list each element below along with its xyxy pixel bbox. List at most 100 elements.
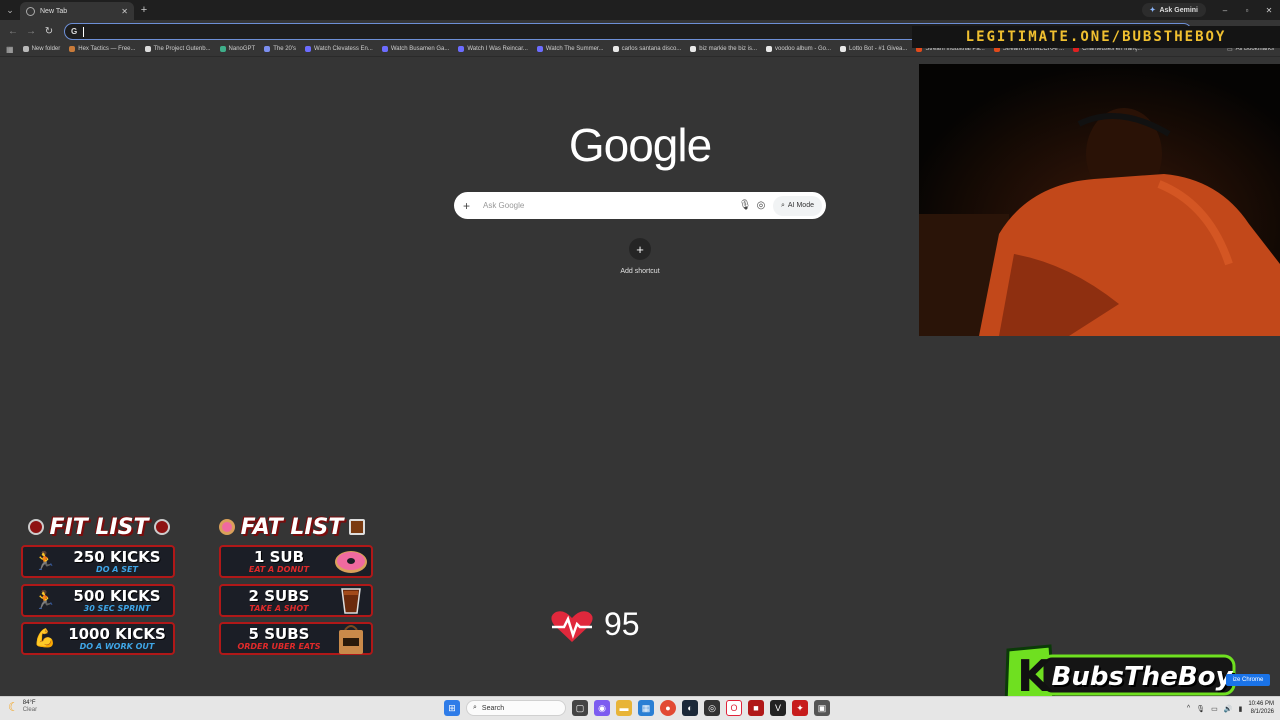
- taskbar-apps: ⊞ ⌕ Search ▢ ◉ ▬ ▦ ● ◐ ◎ O ■ V ✦ ▣: [444, 700, 830, 716]
- bookmark-item[interactable]: carlos santana disco...: [612, 46, 682, 52]
- app-icon[interactable]: ▣: [814, 700, 830, 716]
- bookmark-item[interactable]: Lotto Bot - #1 Givea...: [840, 46, 907, 52]
- file-explorer-icon[interactable]: ▬: [616, 700, 632, 716]
- add-shortcut-button[interactable]: + Add shortcut: [610, 238, 670, 275]
- volume-icon[interactable]: 🔊: [1224, 705, 1233, 713]
- search-input[interactable]: [483, 201, 723, 210]
- fit-list-item: 🏃 250 KICKS DO A SET: [21, 545, 175, 578]
- bookmark-favicon-icon: [458, 46, 465, 52]
- copilot-icon[interactable]: ◉: [594, 700, 610, 716]
- ask-gemini-button[interactable]: ✦ Ask Gemini: [1141, 3, 1206, 17]
- shot-glass-icon: [331, 587, 371, 615]
- bookmark-item[interactable]: voodoo album - Go...: [765, 46, 831, 52]
- bookmark-item[interactable]: The Project Gutenb...: [144, 46, 211, 52]
- bookmark-favicon-icon: [305, 46, 312, 52]
- windows-taskbar: ☾ 84°F Clear ⊞ ⌕ Search ▢ ◉ ▬ ▦ ● ◐ ◎ O …: [0, 696, 1280, 720]
- system-tray: ^ 🎙 ▭ 🔊 ▮ 10:46 PM 8/1/2026: [1187, 701, 1274, 716]
- bookmark-item[interactable]: Watch The Summer...: [536, 46, 604, 52]
- taskbar-search-label: Search: [481, 704, 505, 712]
- dumbbell-icon: [27, 519, 44, 535]
- fat-item-sub: ORDER UBER EATS: [237, 641, 321, 651]
- webcam-feed: [919, 64, 1280, 336]
- add-attachment-icon[interactable]: +: [463, 199, 475, 213]
- fit-item-sub: DO A WORK OUT: [79, 641, 155, 651]
- vr-icon[interactable]: V: [770, 700, 786, 716]
- back-icon[interactable]: ←: [4, 26, 22, 37]
- bookmark-item[interactable]: New folder: [22, 46, 60, 52]
- bookmark-item[interactable]: NanoGPT: [219, 46, 256, 52]
- taskbar-search[interactable]: ⌕ Search: [466, 700, 566, 716]
- ai-mode-label: AI Mode: [787, 202, 814, 209]
- bookmark-item[interactable]: Hex Tactics — Free...: [69, 46, 136, 52]
- bookmark-label: Hex Tactics — Free...: [78, 46, 136, 52]
- bookmark-favicon-icon: [69, 46, 76, 52]
- microphone-icon[interactable]: 🎙: [1196, 705, 1205, 713]
- bookmark-favicon-icon: [381, 46, 388, 52]
- network-icon[interactable]: ▭: [1211, 705, 1218, 713]
- gemini-sparkle-icon: ✦: [1149, 7, 1156, 14]
- minimize-window-button[interactable]: –: [1214, 6, 1236, 15]
- task-view-icon[interactable]: ▢: [572, 700, 588, 716]
- bookmark-favicon-icon: [264, 46, 271, 52]
- add-shortcut-label: Add shortcut: [620, 268, 660, 275]
- fat-list-item: 5 SUBS ORDER UBER EATS: [219, 622, 373, 655]
- close-tab-icon[interactable]: ✕: [121, 7, 128, 16]
- bookmark-favicon-icon: [22, 46, 29, 52]
- bookmark-favicon-icon: [690, 46, 697, 52]
- uber-eats-bag-icon: [331, 624, 371, 654]
- bookmark-favicon-icon: [144, 46, 151, 52]
- reload-icon[interactable]: ↻: [40, 26, 58, 37]
- donut-icon: [331, 548, 371, 576]
- apps-grid-icon[interactable]: ▦: [6, 45, 14, 54]
- windows-start-icon[interactable]: ⊞: [444, 700, 460, 716]
- bookmark-favicon-icon: [536, 46, 543, 52]
- bookmark-label: Lotto Bot - #1 Givea...: [849, 46, 908, 52]
- steam-icon[interactable]: ◐: [682, 700, 698, 716]
- tab-search-icon[interactable]: ⌄: [0, 0, 20, 20]
- new-tab-button[interactable]: +: [134, 4, 154, 16]
- google-g-icon: G: [71, 26, 78, 36]
- fit-item-sub: 30 SEC SPRINT: [83, 603, 151, 613]
- text-caret: [83, 26, 84, 37]
- bookmark-item[interactable]: Watch I Was Reincar...: [458, 46, 528, 52]
- minimize-chrome-chip[interactable]: ize Chrome: [1226, 674, 1270, 686]
- clock[interactable]: 10:46 PM 8/1/2026: [1248, 701, 1274, 716]
- bookmark-label: NanoGPT: [228, 46, 256, 52]
- bookmark-label: Watch Clevatess En...: [314, 46, 373, 52]
- kick-icon: 🏃: [33, 551, 57, 571]
- donut-icon: [218, 519, 235, 535]
- tab-new-tab[interactable]: New Tab ✕: [20, 2, 134, 20]
- microphone-icon[interactable]: 🎙: [737, 200, 753, 211]
- fit-item-sub: DO A SET: [96, 564, 138, 574]
- weather-widget[interactable]: ☾ 84°F Clear: [8, 700, 37, 714]
- chrome-icon[interactable]: ●: [660, 700, 676, 716]
- flexed-arm-icon: 💪: [33, 628, 57, 648]
- bookmark-item[interactable]: Watch Clevatess En...: [305, 46, 373, 52]
- bookmark-label: Watch I Was Reincar...: [467, 46, 528, 52]
- bookmark-item[interactable]: The 20's: [264, 46, 296, 52]
- battery-icon[interactable]: ▮: [1238, 705, 1242, 713]
- plus-icon: +: [629, 238, 651, 260]
- dumbbell-icon: [154, 519, 171, 535]
- ai-mode-button[interactable]: ⌕ AI Mode: [773, 195, 822, 216]
- chevron-up-icon[interactable]: ^: [1187, 705, 1190, 712]
- obs-icon[interactable]: ◎: [704, 700, 720, 716]
- google-lens-icon[interactable]: ◎: [753, 200, 769, 211]
- bookmark-favicon-icon: [840, 46, 847, 52]
- google-search-box[interactable]: + 🎙 ◎ ⌕ AI Mode: [454, 192, 826, 219]
- bookmark-label: carlos santana disco...: [621, 46, 682, 52]
- bookmark-item[interactable]: biz markie the biz is...: [690, 46, 757, 52]
- opera-icon[interactable]: O: [726, 700, 742, 716]
- bookmark-label: The 20's: [273, 46, 297, 52]
- address-input[interactable]: [83, 25, 484, 37]
- forward-icon[interactable]: →: [22, 26, 40, 37]
- store-icon[interactable]: ▦: [638, 700, 654, 716]
- game-icon[interactable]: ✦: [792, 700, 808, 716]
- fit-item-main: 250 KICKS: [73, 547, 161, 566]
- close-window-button[interactable]: ✕: [1258, 6, 1280, 15]
- screen: ⌄ New Tab ✕ + ✦ Ask Gemini – ▫ ✕ ← → ↻ G…: [0, 0, 1280, 720]
- maximize-window-button[interactable]: ▫: [1236, 6, 1258, 15]
- fit-item-main: 1000 KICKS: [68, 624, 166, 643]
- bookmark-item[interactable]: Watch Busamen Ga...: [381, 46, 449, 52]
- recorder-icon[interactable]: ■: [748, 700, 764, 716]
